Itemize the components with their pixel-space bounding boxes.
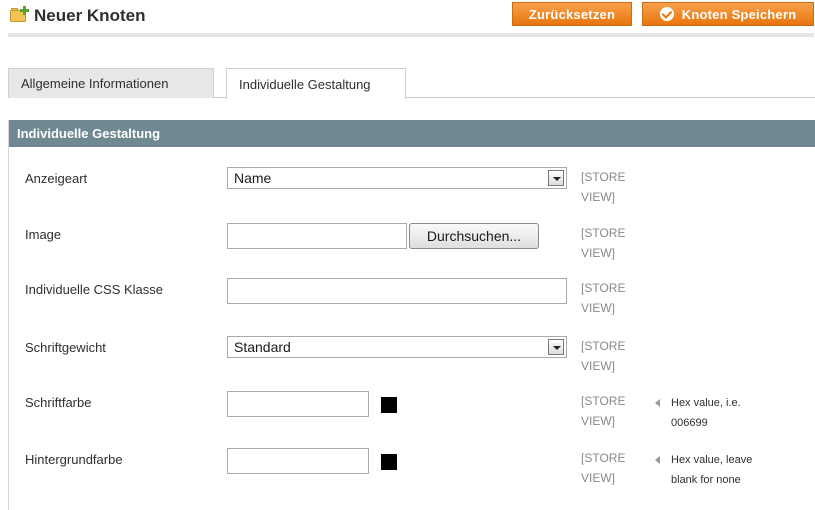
field-note: Hex value, i.e. 006699: [655, 393, 795, 433]
row-image: Image Durchsuchen... [STORE VIEW]: [9, 223, 815, 267]
tab-bar: Allgemeine Informationen Individuelle Ge…: [8, 68, 815, 99]
dropdown-arrow-icon[interactable]: [548, 339, 564, 355]
page-title: Neuer Knoten: [34, 6, 146, 25]
reset-button[interactable]: Zurücksetzen: [512, 2, 632, 26]
tab-label: Individuelle Gestaltung: [239, 76, 371, 92]
save-button-label: Knoten Speichern: [681, 6, 797, 22]
color-swatch: [381, 397, 397, 413]
scope-line: VIEW]: [581, 246, 616, 260]
row-background-color: Hintergrundfarbe [STORE VIEW] Hex value,…: [9, 448, 815, 492]
css-class-label: Individuelle CSS Klasse: [25, 282, 164, 297]
font-weight-select[interactable]: Standard: [227, 336, 567, 358]
background-color-label: Hintergrundfarbe: [25, 452, 123, 467]
scope-line: [STORE: [581, 394, 626, 408]
image-label: Image: [25, 227, 62, 242]
background-color-input[interactable]: [227, 448, 369, 474]
font-weight-selected: Standard: [234, 339, 291, 355]
scope-line: VIEW]: [581, 190, 616, 204]
color-swatch: [381, 454, 397, 470]
row-display-type: Anzeigeart Name [STORE VIEW]: [9, 167, 815, 211]
scope-line: VIEW]: [581, 414, 616, 428]
note-arrow-icon: [655, 456, 660, 464]
css-class-input[interactable]: [227, 278, 567, 304]
reset-button-label: Zurücksetzen: [528, 6, 616, 22]
row-font-color: Schriftfarbe [STORE VIEW] Hex value, i.e…: [9, 391, 815, 435]
field-note: Hex value, leave blank for none: [655, 450, 795, 490]
display-type-selected: Name: [234, 170, 272, 186]
save-node-button[interactable]: Knoten Speichern: [642, 2, 814, 26]
section-header: Individuelle Gestaltung: [9, 120, 815, 147]
font-weight-label: Schriftgewicht: [25, 340, 106, 355]
scope-label: [STORE VIEW]: [581, 167, 641, 207]
note-line: Hex value, leave: [671, 454, 753, 466]
scope-line: [STORE: [581, 170, 626, 184]
custom-design-fieldset: Individuelle Gestaltung Anzeigeart Name …: [8, 120, 815, 510]
scope-label: [STORE VIEW]: [581, 448, 641, 488]
scope-label: [STORE VIEW]: [581, 391, 641, 431]
row-font-weight: Schriftgewicht Standard [STORE VIEW]: [9, 336, 815, 380]
scope-label: [STORE VIEW]: [581, 336, 641, 376]
row-css-class: Individuelle CSS Klasse [STORE VIEW]: [9, 278, 815, 322]
tab-general-information[interactable]: Allgemeine Informationen: [8, 68, 214, 98]
display-type-label: Anzeigeart: [25, 171, 88, 186]
scope-line: [STORE: [581, 281, 626, 295]
note-line: Hex value, i.e.: [671, 397, 741, 409]
scope-line: [STORE: [581, 226, 626, 240]
scope-label: [STORE VIEW]: [581, 223, 641, 263]
scope-line: [STORE: [581, 451, 626, 465]
tab-custom-design[interactable]: Individuelle Gestaltung: [226, 68, 406, 99]
tab-label: Allgemeine Informationen: [21, 76, 169, 91]
font-color-label: Schriftfarbe: [25, 395, 92, 410]
display-type-select[interactable]: Name: [227, 167, 567, 189]
note-line: blank for none: [671, 474, 741, 486]
check-circle-icon: [659, 7, 674, 21]
scope-line: VIEW]: [581, 471, 616, 485]
font-color-input[interactable]: [227, 391, 369, 417]
scope-label: [STORE VIEW]: [581, 278, 641, 318]
header-divider: [8, 33, 814, 37]
page-title-group: Neuer Knoten: [10, 4, 145, 26]
browse-button[interactable]: Durchsuchen...: [409, 223, 539, 249]
note-line: 006699: [671, 417, 708, 429]
scope-line: VIEW]: [581, 359, 616, 373]
scope-line: VIEW]: [581, 301, 616, 315]
scope-line: [STORE: [581, 339, 626, 353]
dropdown-arrow-icon[interactable]: [548, 170, 564, 186]
note-arrow-icon: [655, 399, 660, 407]
image-file-input[interactable]: [227, 223, 407, 249]
new-folder-icon: [10, 6, 30, 24]
